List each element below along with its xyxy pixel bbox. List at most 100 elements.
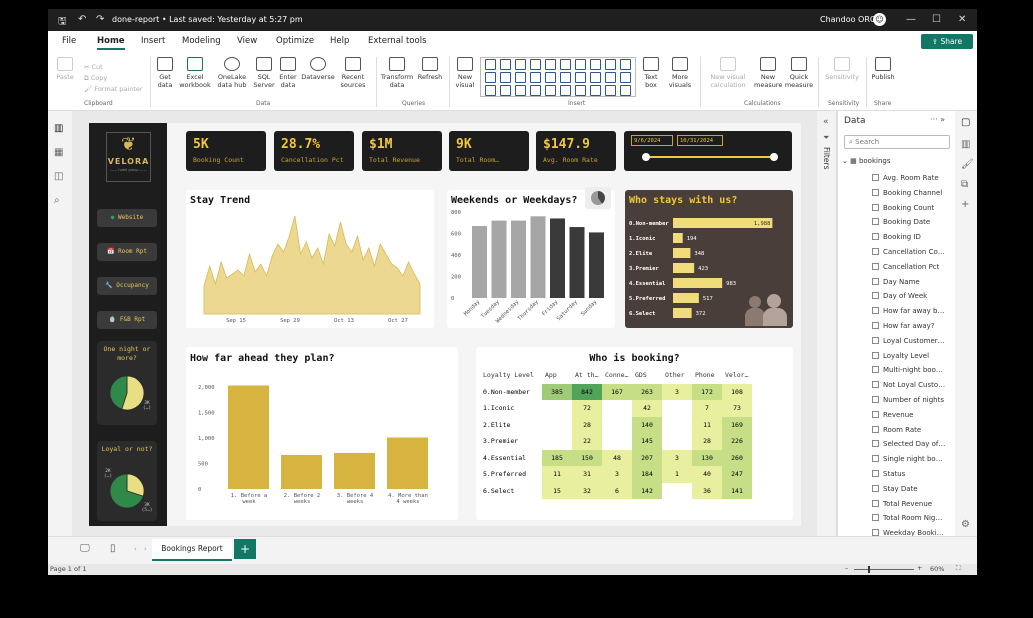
sensitivity-button[interactable]: Sensitivity (822, 57, 862, 81)
date-slicer[interactable]: 9/6/2024 10/31/2024 (624, 131, 792, 171)
slicer-handle-end[interactable] (770, 153, 778, 161)
data-pane-icon[interactable]: ▢ (961, 117, 970, 128)
checkbox[interactable] (872, 307, 879, 315)
filters-pane-collapsed[interactable]: « ⏷ Filters (817, 111, 837, 536)
nav-fb-rpt-button[interactable]: 🍵 F&B Rpt (97, 311, 157, 329)
visualizations-icon[interactable]: ▥ (961, 139, 970, 150)
visual-type-icon[interactable] (515, 85, 526, 96)
visual-type-icon[interactable] (560, 72, 571, 83)
matrix-cell[interactable] (542, 400, 572, 417)
publish-button[interactable]: Publish (868, 57, 898, 81)
visual-type-icon[interactable] (575, 59, 586, 70)
matrix-cell[interactable] (662, 483, 692, 500)
visual-type-icon[interactable] (500, 85, 511, 96)
matrix-cell[interactable]: 247 (722, 466, 752, 483)
new-visual-button[interactable]: New visual (452, 57, 478, 89)
matrix-col-header[interactable]: GDS (632, 367, 662, 384)
matrix-cell[interactable]: 263 (632, 383, 662, 400)
matrix-cell[interactable]: 172 (692, 383, 722, 400)
menu-home[interactable]: Home (97, 36, 125, 50)
matrix-cell[interactable]: 7 (692, 400, 722, 417)
matrix-cell[interactable] (542, 417, 572, 434)
matrix-cell[interactable]: 22 (572, 433, 602, 450)
document-title[interactable]: done-report • Last saved: Yesterday at 5… (112, 15, 303, 24)
checkbox[interactable] (872, 233, 879, 241)
matrix-row-label[interactable]: 4.Essential (480, 450, 542, 467)
visual-type-icon[interactable] (560, 59, 571, 70)
matrix-cell[interactable]: 28 (692, 433, 722, 450)
tab-bookings-report[interactable]: Bookings Report (152, 539, 232, 561)
zoom-out-icon[interactable]: – (845, 564, 848, 572)
add-pane-icon[interactable]: + (961, 199, 969, 210)
avatar[interactable]: ☺ (873, 13, 886, 26)
matrix-cell[interactable]: 3 (602, 466, 632, 483)
enter-data-button[interactable]: Enter data (276, 57, 300, 89)
matrix-cell[interactable] (662, 433, 692, 450)
next-page-icon[interactable]: › (144, 545, 147, 553)
visual-type-icon[interactable] (620, 72, 631, 83)
model-view-icon[interactable]: ◫ (54, 171, 63, 182)
checkbox[interactable] (872, 396, 879, 403)
matrix-cell[interactable]: 3 (662, 449, 692, 466)
visual-type-icon[interactable] (590, 59, 601, 70)
share-button[interactable]: ⇪ Share (921, 34, 973, 49)
text-box-button[interactable]: Text box (640, 57, 662, 89)
matrix-cell[interactable]: 11 (542, 466, 572, 483)
checkbox[interactable] (872, 351, 879, 359)
checkbox[interactable] (872, 277, 879, 285)
quick-measure-button[interactable]: Quick measure (784, 57, 814, 89)
table-view-icon[interactable]: ▦ (54, 147, 63, 158)
checkbox[interactable] (872, 440, 879, 448)
weekend-card[interactable]: Weekends or Weekdays? 800 600 400 200 0 Monda… (447, 190, 615, 328)
kpi-cancellation-pct[interactable]: 28.7% Cancellation Pct (274, 131, 354, 171)
dax-query-icon[interactable]: ⌕ (54, 195, 60, 206)
close-icon[interactable]: ✕ (958, 14, 966, 25)
matrix-row-label[interactable]: 6.Select (480, 483, 542, 500)
matrix-cell[interactable]: 48 (602, 449, 632, 466)
visual-type-icon[interactable] (620, 85, 631, 96)
matrix-cell[interactable]: 150 (572, 449, 602, 466)
matrix-cell[interactable] (602, 400, 632, 417)
zoom-slider[interactable] (854, 569, 914, 570)
matrix-row-label[interactable]: 3.Premier (480, 433, 542, 450)
cut-button[interactable]: ✂ Cut (84, 63, 103, 71)
onelake-button[interactable]: OneLake data hub (214, 57, 250, 89)
get-data-button[interactable]: Get data (152, 57, 178, 89)
fit-page-icon[interactable]: ⛶ (956, 564, 961, 573)
bookmarks-icon[interactable]: ⧉ (961, 179, 968, 190)
visual-type-icon[interactable] (575, 85, 586, 96)
booking-matrix-card[interactable]: Who is booking? Loyalty Level App At th… Co… (476, 347, 793, 520)
matrix-cell[interactable] (662, 400, 692, 417)
checkbox[interactable] (872, 484, 879, 492)
zoom-slider-handle[interactable] (868, 566, 870, 573)
matrix-cell[interactable] (542, 433, 572, 450)
nav-room-rpt-button[interactable]: 📅 Room Rpt (97, 243, 157, 261)
visual-type-icon[interactable] (590, 72, 601, 83)
menu-external-tools[interactable]: External tools (368, 36, 427, 46)
checkbox[interactable] (872, 470, 879, 477)
recent-sources-button[interactable]: Recent sources (336, 57, 370, 89)
kpi-total-revenue[interactable]: $1M Total Revenue (362, 131, 442, 171)
matrix-cell[interactable]: 842 (572, 383, 602, 400)
menu-file[interactable]: File (62, 36, 76, 46)
matrix-row-label[interactable]: 5.Preferred (480, 466, 542, 483)
matrix-cell[interactable]: 169 (722, 416, 752, 433)
menu-optimize[interactable]: Optimize (276, 36, 314, 46)
zoom-in-icon[interactable]: + (917, 564, 922, 572)
matrix-col-header[interactable]: At th… (572, 367, 602, 384)
visual-type-icon[interactable] (560, 85, 571, 96)
checkbox[interactable] (872, 188, 879, 196)
matrix-cell[interactable]: 11 (692, 416, 722, 433)
matrix-row-label[interactable]: 2.Elite (480, 417, 542, 434)
paste-button[interactable]: Paste (54, 57, 76, 81)
matrix-cell[interactable]: 184 (632, 466, 662, 483)
visual-type-icon[interactable] (605, 72, 616, 83)
matrix-col-header[interactable]: Loyalty Level (480, 367, 542, 384)
format-painter-button[interactable]: 🖌 Format painter (84, 85, 143, 93)
matrix-row-label[interactable]: 1.Iconic (480, 400, 542, 417)
transform-data-button[interactable]: Transform data (380, 57, 414, 89)
nav-occupancy-button[interactable]: 🔧 Occupancy (97, 277, 157, 295)
checkbox[interactable] (872, 410, 879, 418)
checkbox[interactable] (872, 455, 879, 463)
matrix-cell[interactable]: 142 (632, 482, 662, 499)
